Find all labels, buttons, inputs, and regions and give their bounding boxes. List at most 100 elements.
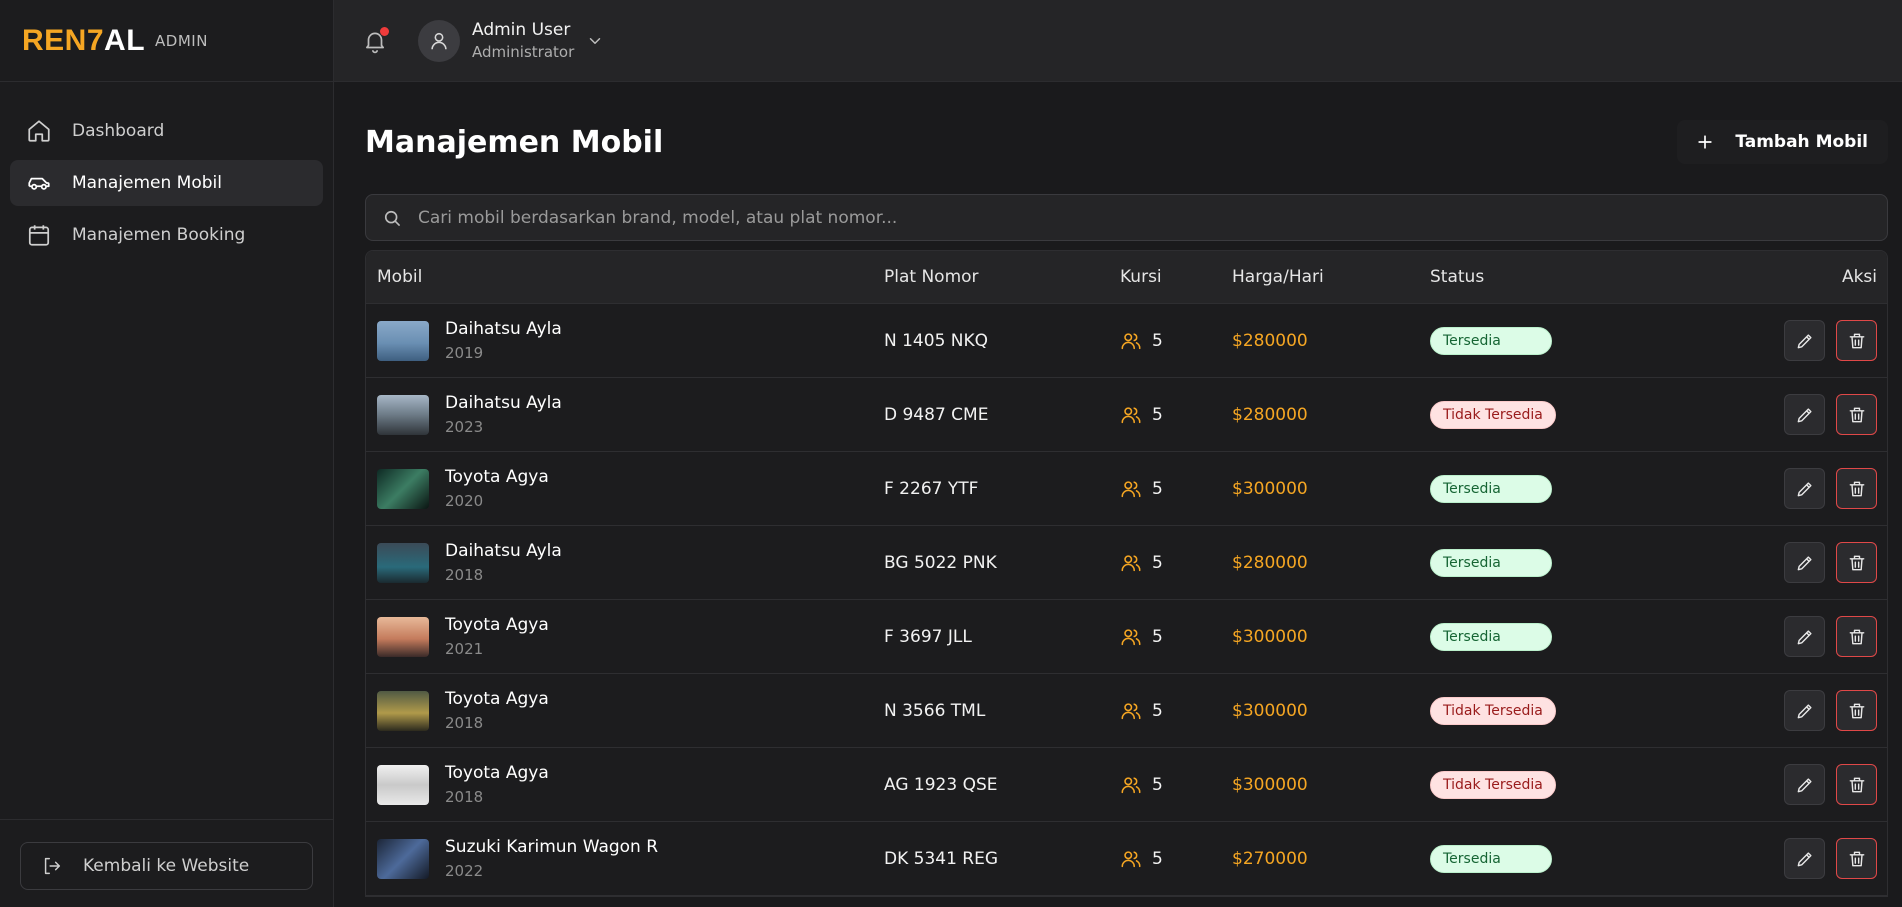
car-name: Toyota Agya — [445, 467, 549, 487]
search-input[interactable] — [418, 207, 1887, 228]
edit-button[interactable] — [1784, 764, 1825, 805]
car-thumbnail — [377, 542, 429, 583]
topbar: Admin User Administrator — [334, 0, 1902, 82]
seat-count: 5 — [1152, 478, 1163, 499]
status-badge: Tersedia — [1430, 548, 1552, 577]
table-row: Toyota Agya 2020 F 2267 YTF 5 $300000 Te… — [366, 452, 1887, 526]
user-menu[interactable]: Admin User Administrator — [418, 19, 604, 62]
trash-icon — [1849, 703, 1864, 718]
users-icon — [1121, 554, 1141, 571]
delete-button[interactable] — [1836, 838, 1877, 879]
edit-button[interactable] — [1784, 838, 1825, 879]
search-icon — [384, 210, 400, 226]
status-badge: Tidak Tersedia — [1430, 400, 1556, 429]
car-cell: Toyota Agya 2018 — [366, 689, 884, 732]
sidebar-item-manajemen-mobil[interactable]: Manajemen Mobil — [10, 160, 323, 206]
actions-cell — [1630, 320, 1887, 361]
sidebar-item-label: Dashboard — [72, 121, 165, 141]
column-header-harga: Harga/Hari — [1232, 267, 1324, 287]
users-icon — [1121, 702, 1141, 719]
add-car-button[interactable]: Tambah Mobil — [1677, 120, 1888, 164]
car-name: Daihatsu Ayla — [445, 393, 562, 413]
car-plate: N 3566 TML — [884, 700, 986, 721]
delete-button[interactable] — [1836, 542, 1877, 583]
car-plate: DK 5341 REG — [884, 848, 999, 869]
car-cell: Daihatsu Ayla 2023 — [366, 393, 884, 436]
sidebar: REN7AL ADMIN Dashboard Manajemen Mobil M… — [0, 0, 334, 907]
sidebar-item-label: Manajemen Booking — [72, 225, 246, 245]
delete-button[interactable] — [1836, 468, 1877, 509]
car-plate: F 2267 YTF — [884, 478, 979, 499]
price-per-day: $280000 — [1232, 552, 1308, 573]
sidebar-item-manajemen-booking[interactable]: Manajemen Booking — [10, 212, 323, 258]
avatar — [418, 19, 460, 62]
sidebar-nav: Dashboard Manajemen Mobil Manajemen Book… — [0, 82, 333, 258]
car-thumbnail — [377, 468, 429, 509]
page-title: Manajemen Mobil — [365, 124, 664, 160]
cars-table: Mobil Plat Nomor Kursi Harga/Hari Status… — [365, 250, 1888, 897]
trash-icon — [1849, 407, 1864, 422]
pencil-icon — [1797, 555, 1812, 570]
edit-button[interactable] — [1784, 320, 1825, 361]
table-header: Mobil Plat Nomor Kursi Harga/Hari Status… — [366, 251, 1887, 304]
delete-button[interactable] — [1836, 394, 1877, 435]
car-cell: Toyota Agya 2018 — [366, 763, 884, 806]
pencil-icon — [1797, 777, 1812, 792]
status-badge: Tidak Tersedia — [1430, 696, 1556, 725]
status-cell: Tersedia — [1430, 844, 1630, 873]
car-plate: AG 1923 QSE — [884, 774, 998, 795]
price-per-day: $300000 — [1232, 700, 1308, 721]
column-header-mobil: Mobil — [377, 267, 423, 287]
status-cell: Tersedia — [1430, 474, 1630, 503]
delete-button[interactable] — [1836, 764, 1877, 805]
logo[interactable]: REN7AL — [22, 24, 145, 58]
seats-cell: 5 — [1120, 478, 1232, 500]
status-cell: Tidak Tersedia — [1430, 696, 1630, 725]
car-name: Suzuki Karimun Wagon R — [445, 837, 659, 857]
seats-cell: 5 — [1120, 848, 1232, 870]
car-cell: Toyota Agya 2020 — [366, 467, 884, 510]
car-name: Daihatsu Ayla — [445, 541, 562, 561]
trash-icon — [1849, 777, 1864, 792]
car-year: 2019 — [445, 344, 484, 362]
column-header-plat: Plat Nomor — [884, 267, 979, 287]
back-to-website-label: Kembali ke Website — [83, 856, 250, 876]
edit-button[interactable] — [1784, 394, 1825, 435]
actions-cell — [1630, 394, 1887, 435]
sidebar-item-dashboard[interactable]: Dashboard — [10, 108, 323, 154]
brand: REN7AL ADMIN — [0, 0, 333, 82]
status-cell: Tersedia — [1430, 326, 1630, 355]
delete-button[interactable] — [1836, 320, 1877, 361]
car-thumbnail — [377, 320, 429, 361]
price-per-day: $280000 — [1232, 404, 1308, 425]
seats-cell: 5 — [1120, 774, 1232, 796]
edit-button[interactable] — [1784, 616, 1825, 657]
notification-dot — [380, 26, 389, 36]
status-cell: Tidak Tersedia — [1430, 400, 1630, 429]
seat-count: 5 — [1152, 552, 1163, 573]
table-row: Daihatsu Ayla 2019 N 1405 NKQ 5 $280000 … — [366, 304, 1887, 378]
table-row: Toyota Agya 2018 AG 1923 QSE 5 $300000 T… — [366, 748, 1887, 822]
users-icon — [1121, 776, 1141, 793]
delete-button[interactable] — [1836, 690, 1877, 731]
column-header-aksi: Aksi — [1841, 267, 1877, 287]
trash-icon — [1849, 851, 1864, 866]
back-to-website-button[interactable]: Kembali ke Website — [20, 842, 313, 890]
car-plate: N 1405 NKQ — [884, 330, 989, 351]
status-badge: Tidak Tersedia — [1430, 770, 1556, 799]
notification-button[interactable] — [360, 26, 390, 56]
seats-cell: 5 — [1120, 330, 1232, 352]
edit-button[interactable] — [1784, 690, 1825, 731]
table-body: Daihatsu Ayla 2019 N 1405 NKQ 5 $280000 … — [366, 304, 1887, 896]
column-header-status: Status — [1430, 267, 1485, 287]
edit-button[interactable] — [1784, 542, 1825, 583]
car-thumbnail — [377, 616, 429, 657]
sidebar-footer: Kembali ke Website — [0, 819, 333, 907]
edit-button[interactable] — [1784, 468, 1825, 509]
actions-cell — [1630, 616, 1887, 657]
pencil-icon — [1797, 851, 1812, 866]
car-name: Daihatsu Ayla — [445, 319, 562, 339]
price-per-day: $300000 — [1232, 478, 1308, 499]
table-row: Daihatsu Ayla 2018 BG 5022 PNK 5 $280000… — [366, 526, 1887, 600]
delete-button[interactable] — [1836, 616, 1877, 657]
